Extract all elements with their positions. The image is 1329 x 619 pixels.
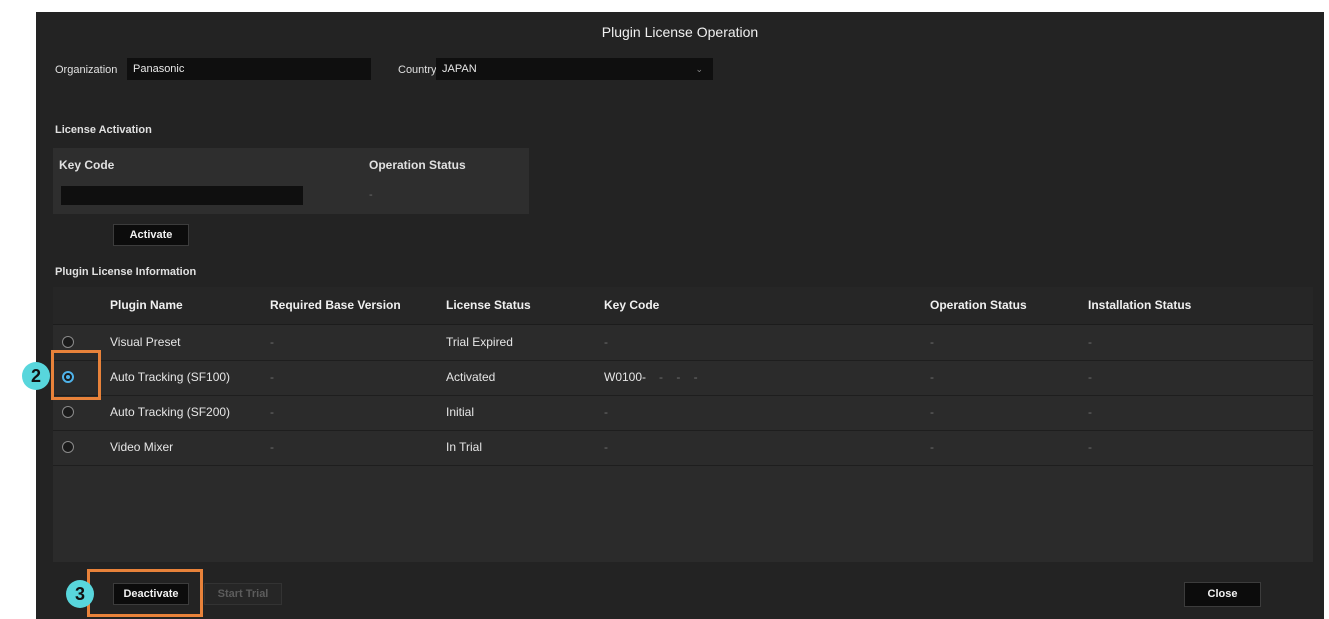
license-activation-title: License Activation	[55, 124, 152, 136]
operation-status-header: Operation Status	[369, 158, 466, 172]
table-header: Plugin Name Required Base Version Licens…	[53, 287, 1313, 325]
base-version-cell: -	[270, 405, 274, 419]
row-radio[interactable]	[62, 406, 74, 418]
plugin-name-cell: Visual Preset	[110, 335, 181, 349]
base-version-cell: -	[270, 440, 274, 454]
key-code-cell: -	[604, 405, 608, 419]
installation-status-cell: -	[1088, 440, 1092, 454]
step3-highlight	[87, 569, 203, 617]
key-code-cell: -	[604, 440, 608, 454]
license-status-cell: Initial	[446, 405, 475, 419]
key-code-tail: - - -	[659, 370, 698, 384]
plugin-license-dialog: Plugin License Operation Organization Pa…	[36, 12, 1324, 619]
close-button[interactable]: Close	[1184, 582, 1261, 607]
plugin-license-table: Plugin Name Required Base Version Licens…	[53, 287, 1313, 562]
country-value: JAPAN	[442, 63, 477, 75]
plugin-name-cell: Video Mixer	[110, 440, 174, 454]
organization-value: Panasonic	[133, 63, 185, 75]
header-required-base-version: Required Base Version	[270, 298, 401, 312]
row-radio[interactable]	[62, 336, 74, 348]
organization-field[interactable]: Panasonic	[127, 58, 371, 80]
country-select[interactable]: JAPAN ⌄	[436, 58, 713, 80]
license-activation-panel: Key Code Operation Status -	[53, 148, 529, 214]
operation-status-cell: -	[930, 405, 934, 419]
operation-status-value: -	[369, 189, 373, 201]
header-installation-status: Installation Status	[1088, 298, 1192, 312]
plugin-license-info-title: Plugin License Information	[55, 266, 197, 278]
plugin-name-cell: Auto Tracking (SF100)	[110, 370, 231, 384]
license-status-cell: In Trial	[446, 440, 483, 454]
activate-button[interactable]: Activate	[113, 224, 189, 246]
base-version-cell: -	[270, 370, 274, 384]
header-plugin-name: Plugin Name	[110, 298, 183, 312]
key-code-cell: W0100-	[604, 370, 647, 384]
operation-status-cell: -	[930, 440, 934, 454]
header-license-status: License Status	[446, 298, 531, 312]
header-key-code: Key Code	[604, 298, 660, 312]
chevron-down-icon: ⌄	[695, 64, 703, 74]
step2-badge: 2	[22, 362, 50, 390]
base-version-cell: -	[270, 335, 274, 349]
start-trial-button[interactable]: Start Trial	[204, 583, 282, 605]
organization-label: Organization	[55, 64, 118, 76]
row-radio[interactable]	[62, 441, 74, 453]
license-status-cell: Activated	[446, 370, 496, 384]
installation-status-cell: -	[1088, 370, 1092, 384]
table-row[interactable]: Auto Tracking (SF100) - Activated W0100-…	[53, 360, 1313, 396]
key-code-cell: -	[604, 335, 608, 349]
operation-status-cell: -	[930, 335, 934, 349]
dialog-title: Plugin License Operation	[601, 24, 759, 40]
operation-status-cell: -	[930, 370, 934, 384]
installation-status-cell: -	[1088, 335, 1092, 349]
step3-badge: 3	[66, 580, 94, 608]
step2-highlight	[51, 350, 101, 400]
header-operation-status: Operation Status	[930, 298, 1027, 312]
key-code-input[interactable]	[61, 186, 303, 205]
table-row[interactable]: Visual Preset - Trial Expired - - -	[53, 325, 1313, 361]
country-label: Country	[398, 64, 437, 76]
installation-status-cell: -	[1088, 405, 1092, 419]
table-row[interactable]: Auto Tracking (SF200) - Initial - - -	[53, 395, 1313, 431]
key-code-header: Key Code	[59, 158, 115, 172]
plugin-name-cell: Auto Tracking (SF200)	[110, 405, 231, 419]
table-row[interactable]: Video Mixer - In Trial - - -	[53, 430, 1313, 466]
license-status-cell: Trial Expired	[446, 335, 513, 349]
